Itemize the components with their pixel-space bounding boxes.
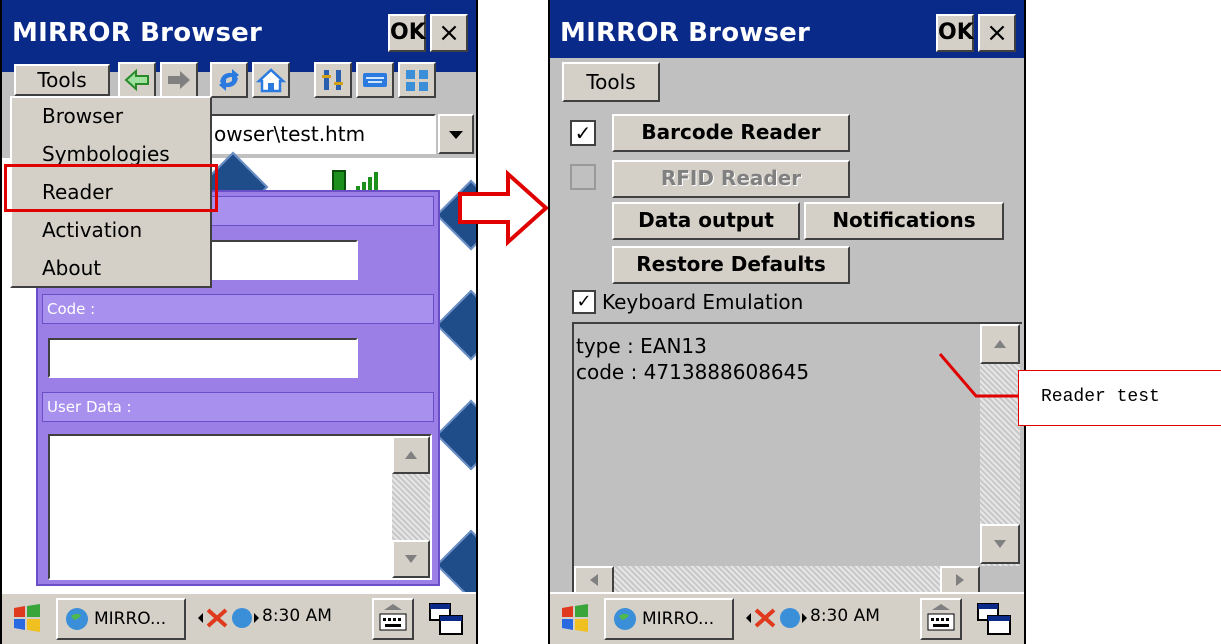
right-screen: MIRROR Browser OK × Tools ✓ Barcode Read… <box>548 0 1026 644</box>
left-taskbar: MIRRO... 8:30 AM <box>2 592 476 644</box>
windows-switch-icon[interactable] <box>974 600 1014 638</box>
scroll-up-button[interactable] <box>392 436 430 474</box>
user-data-textarea[interactable] <box>48 434 432 580</box>
keyboard-icon <box>927 604 955 631</box>
callout-box: Reader test <box>1018 370 1221 426</box>
right-ok-button[interactable]: OK <box>936 14 974 52</box>
callout-label: Reader test <box>1041 387 1160 407</box>
output-line-type: type : EAN13 <box>576 334 707 358</box>
chevron-down-icon <box>994 540 1006 548</box>
code-input[interactable] <box>48 338 358 378</box>
left-input-panel-button[interactable] <box>372 598 414 640</box>
menu-item-activation[interactable]: Activation <box>42 218 142 242</box>
output-scroll-right-button[interactable] <box>940 566 980 594</box>
fullscreen-icon <box>406 70 428 91</box>
menu-item-symbologies[interactable]: Symbologies <box>42 142 170 166</box>
left-taskbar-app-label: MIRRO... <box>94 609 167 629</box>
left-ok-button[interactable]: OK <box>388 14 426 52</box>
chevron-down-icon <box>405 555 417 563</box>
rfid-reader-label: RFID Reader <box>660 166 802 190</box>
transition-arrow-icon <box>458 169 549 247</box>
home-icon <box>255 68 287 93</box>
globe-icon <box>66 608 88 630</box>
output-horizontal-scrollbar[interactable] <box>574 566 980 594</box>
data-output-button[interactable]: Data output <box>612 202 800 240</box>
fullscreen-button[interactable] <box>398 62 436 98</box>
globe-icon <box>614 608 636 630</box>
output-scroll-down-button[interactable] <box>980 524 1020 564</box>
rfid-reader-checkbox[interactable] <box>570 164 596 190</box>
left-close-button[interactable]: × <box>430 14 468 52</box>
code-label: Code : <box>47 300 96 318</box>
user-data-label: User Data : <box>47 398 132 416</box>
keyboard-button[interactable] <box>356 62 394 98</box>
reader-highlight-box <box>4 164 218 212</box>
keyboard-icon <box>379 604 407 631</box>
barcode-reader-label: Barcode Reader <box>641 120 821 144</box>
barcode-reader-button[interactable]: Barcode Reader <box>612 114 850 152</box>
right-clock: 8:30 AM <box>810 606 880 626</box>
keyboard-icon <box>363 73 387 87</box>
right-tools-menu-button[interactable]: Tools <box>562 62 660 102</box>
windows-switch-icon[interactable] <box>426 600 466 638</box>
network-icon <box>198 608 259 628</box>
start-icon[interactable] <box>10 602 44 634</box>
menu-item-browser[interactable]: Browser <box>42 104 123 128</box>
left-clock: 8:30 AM <box>262 606 332 626</box>
refresh-button[interactable] <box>210 62 248 98</box>
right-taskbar-app-button[interactable]: MIRRO... <box>604 598 734 640</box>
home-button[interactable] <box>252 62 290 98</box>
right-app-title: MIRROR Browser <box>560 18 811 48</box>
notifications-label: Notifications <box>832 208 976 232</box>
settings-icon <box>322 70 343 90</box>
output-line-code: code : 4713888608645 <box>576 360 810 384</box>
back-button[interactable] <box>118 62 156 98</box>
keyboard-emulation-checkbox[interactable]: ✓ <box>572 290 596 314</box>
scroll-down-button[interactable] <box>392 540 430 578</box>
data-output-label: Data output <box>638 208 774 232</box>
user-data-label-bar: User Data : <box>42 392 434 422</box>
right-taskbar: MIRRO... 8:30 AM <box>550 592 1024 644</box>
code-label-bar: Code : <box>42 294 434 324</box>
restore-defaults-button[interactable]: Restore Defaults <box>612 246 850 284</box>
back-arrow-icon <box>124 68 149 92</box>
settings-button[interactable] <box>314 62 352 98</box>
network-icon <box>746 608 807 628</box>
notifications-button[interactable]: Notifications <box>804 202 1004 240</box>
menu-item-about[interactable]: About <box>42 256 101 280</box>
restore-defaults-label: Restore Defaults <box>636 252 826 276</box>
left-tools-menu-button[interactable]: Tools <box>14 64 110 96</box>
right-taskbar-app-label: MIRRO... <box>642 609 715 629</box>
address-text: owser\test.htm <box>214 122 366 146</box>
rfid-reader-button[interactable]: RFID Reader <box>612 160 850 198</box>
left-app-title: MIRROR Browser <box>12 18 263 48</box>
left-screen: MIRROR Browser OK × Tools owser\test.htm <box>0 0 478 644</box>
output-scroll-left-button[interactable] <box>574 566 614 594</box>
forward-button[interactable] <box>160 62 198 98</box>
barcode-reader-checkbox[interactable]: ✓ <box>570 120 596 146</box>
chevron-right-icon <box>956 574 964 586</box>
address-dropdown-button[interactable] <box>438 114 474 154</box>
refresh-icon <box>219 69 239 91</box>
start-icon[interactable] <box>558 602 592 634</box>
left-taskbar-app-button[interactable]: MIRRO... <box>56 598 186 640</box>
keyboard-emulation-label: Keyboard Emulation <box>602 290 804 314</box>
chevron-up-icon <box>405 451 417 459</box>
right-input-panel-button[interactable] <box>920 598 962 640</box>
chevron-down-icon <box>449 131 463 139</box>
right-close-button[interactable]: × <box>978 14 1016 52</box>
callout-pointer-line <box>938 353 1024 398</box>
forward-arrow-icon <box>168 71 190 89</box>
chevron-left-icon <box>590 574 598 586</box>
